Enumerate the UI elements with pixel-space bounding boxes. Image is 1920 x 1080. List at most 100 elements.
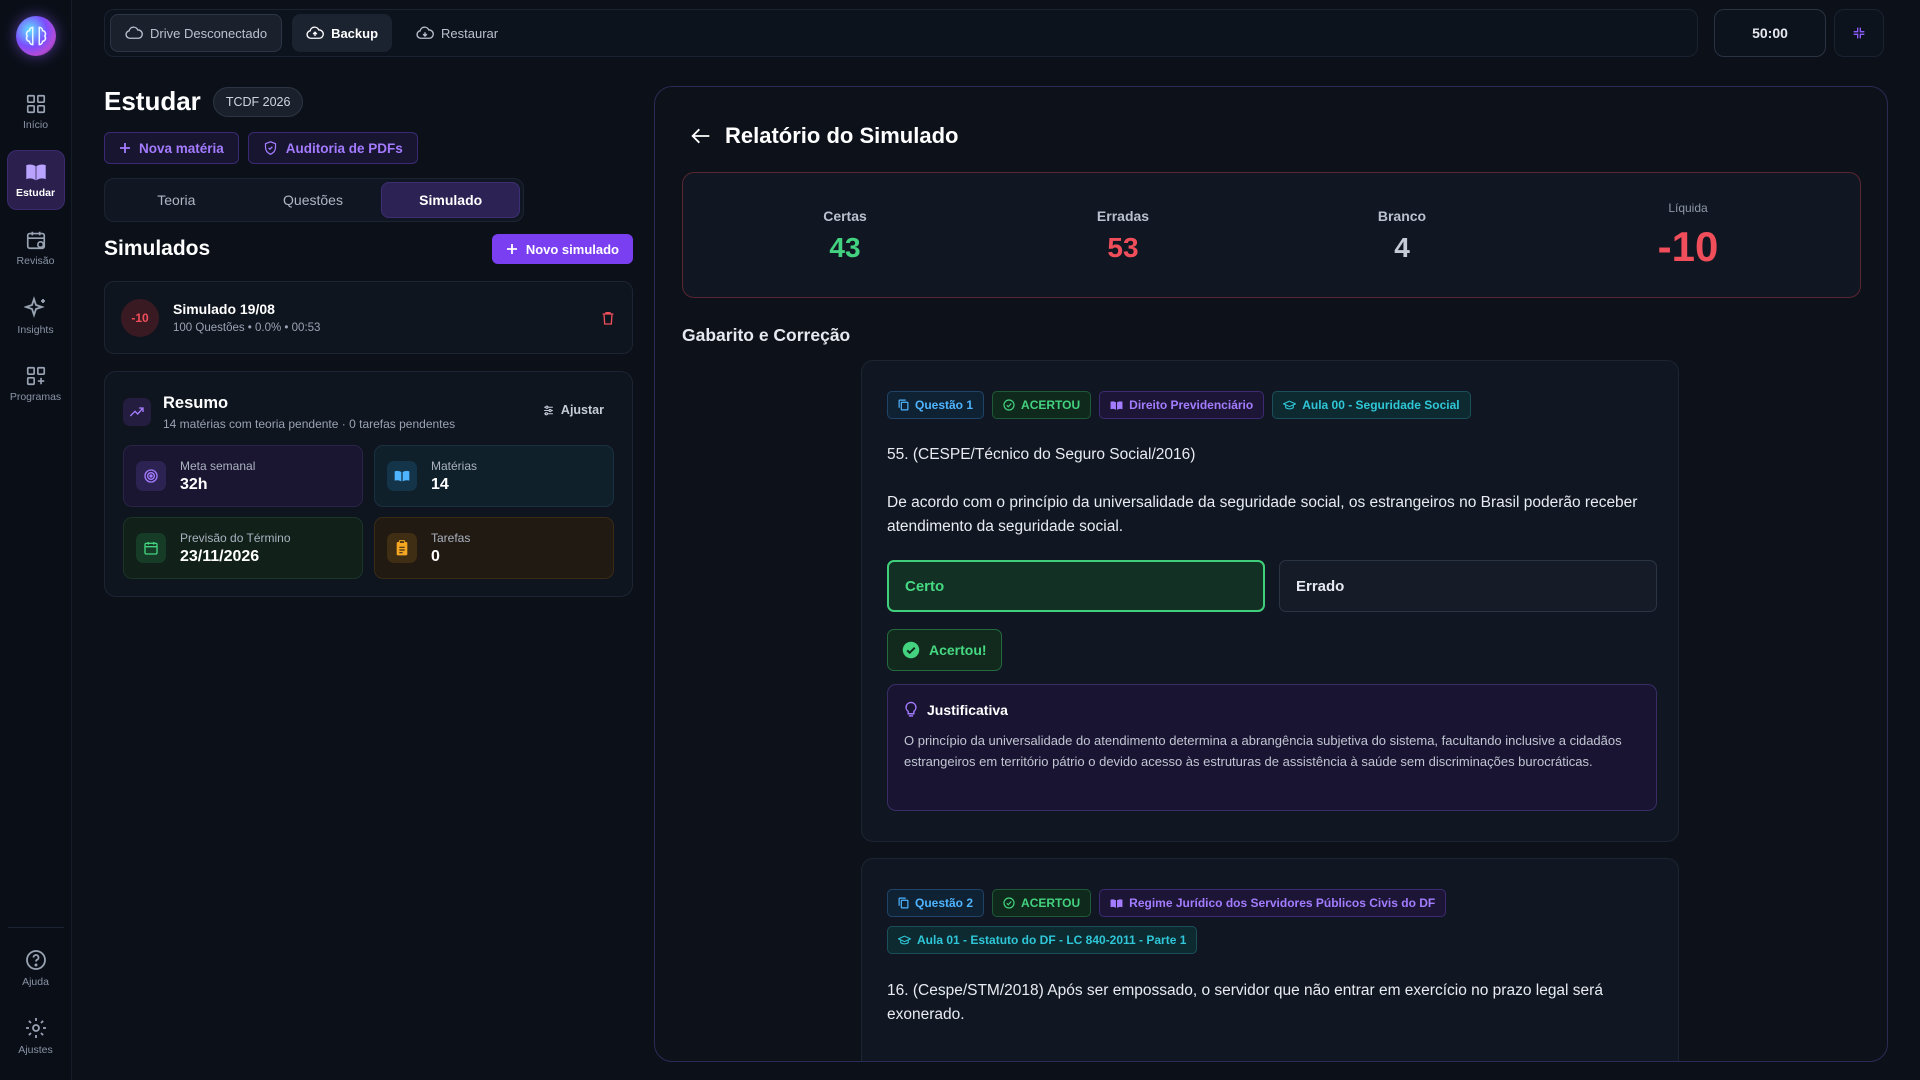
tab-questoes[interactable]: Questões bbox=[245, 182, 382, 218]
book-icon bbox=[1110, 898, 1123, 909]
question-number-tag: Questão 2 bbox=[887, 889, 985, 917]
check-circle-icon bbox=[1003, 897, 1015, 909]
sidebar-item-estudar[interactable]: Estudar bbox=[6, 150, 65, 210]
backup-button[interactable]: Backup bbox=[292, 14, 393, 52]
new-subject-button[interactable]: Nova matéria bbox=[104, 132, 239, 164]
plus-icon bbox=[506, 243, 518, 255]
new-subject-label: Nova matéria bbox=[139, 140, 224, 156]
score-value: 43 bbox=[829, 232, 861, 263]
clipboard-icon bbox=[387, 533, 417, 563]
check-circle-icon bbox=[1003, 399, 1015, 411]
score-certas: Certas 43 bbox=[745, 173, 945, 299]
score-liquida: Líquida -10 bbox=[1588, 173, 1788, 299]
sidebar-item-ajuda[interactable]: Ajuda bbox=[7, 938, 65, 998]
simulados-title: Simulados bbox=[104, 237, 211, 260]
calendar-icon bbox=[136, 533, 166, 563]
question-card: Questão 2 ACERTOU Regime Jurídico dos Se… bbox=[861, 858, 1679, 1061]
score-value: -10 bbox=[1657, 223, 1719, 270]
book-icon bbox=[387, 461, 417, 491]
answer-key-title: Gabarito e Correção bbox=[682, 325, 851, 345]
sliders-icon bbox=[542, 404, 555, 417]
target-icon bbox=[136, 461, 166, 491]
justification-title: Justificativa bbox=[927, 701, 1008, 718]
tasks-stat: Tarefas 0 bbox=[374, 517, 614, 579]
report-title: Relatório do Simulado bbox=[725, 123, 959, 148]
minimize-button[interactable] bbox=[1834, 9, 1884, 57]
top-bar: Drive Desconectado Backup Restaurar bbox=[104, 9, 1698, 57]
question-number-tag: Questão 1 bbox=[887, 391, 985, 419]
cloud-download-icon bbox=[416, 26, 434, 40]
sidebar-item-programas[interactable]: Programas bbox=[7, 354, 65, 414]
tag-label: ACERTOU bbox=[1021, 398, 1081, 412]
forecast-stat: Previsão do Término 23/11/2026 bbox=[123, 517, 363, 579]
sidebar-item-label: Insights bbox=[17, 324, 54, 336]
sidebar-item-label: Ajuda bbox=[22, 976, 49, 988]
lesson-tag: Aula 00 - Seguridade Social bbox=[1272, 391, 1471, 419]
check-circle-icon bbox=[902, 641, 920, 659]
brain-logo-icon[interactable] bbox=[15, 16, 56, 56]
tab-simulado[interactable]: Simulado bbox=[381, 182, 521, 218]
grid-icon bbox=[25, 93, 47, 115]
page-header: Estudar TCDF 2026 bbox=[104, 86, 304, 117]
stat-value: 23/11/2026 bbox=[180, 547, 260, 565]
sidebar-item-revisao[interactable]: Revisão bbox=[7, 218, 65, 278]
back-arrow-icon[interactable] bbox=[691, 127, 711, 145]
new-simulado-button[interactable]: Novo simulado bbox=[491, 234, 633, 264]
question-tags: Questão 2 ACERTOU Regime Jurídico dos Se… bbox=[887, 889, 1447, 917]
sidebar-item-label: Ajustes bbox=[18, 1044, 53, 1056]
cloud-icon bbox=[125, 26, 143, 40]
pdf-audit-label: Auditoria de PDFs bbox=[285, 140, 403, 156]
exam-badge[interactable]: TCDF 2026 bbox=[212, 86, 304, 117]
weekly-goal-stat: Meta semanal 32h bbox=[123, 445, 363, 507]
book-icon bbox=[24, 161, 48, 183]
action-bar: Nova matéria Auditoria de PDFs bbox=[104, 132, 418, 164]
report-header: Relatório do Simulado bbox=[691, 123, 958, 149]
cloud-upload-icon bbox=[306, 26, 324, 40]
sidebar: Início Estudar Revisão Insights Programa… bbox=[0, 0, 72, 1080]
sidebar-item-label: Revisão bbox=[16, 255, 55, 267]
sparkles-icon bbox=[23, 296, 48, 320]
score-value: 4 bbox=[1394, 232, 1410, 263]
simulado-list-item[interactable]: -10 Simulado 19/08 100 Questões • 0.0% •… bbox=[104, 281, 633, 354]
simulado-name: Simulado 19/08 bbox=[173, 301, 275, 317]
subject-tag: Regime Jurídico dos Servidores Públicos … bbox=[1099, 889, 1447, 917]
pomodoro-timer[interactable]: 50:00 bbox=[1714, 9, 1826, 57]
justification-box: Justificativa O princípio da universalid… bbox=[887, 684, 1657, 811]
backup-label: Backup bbox=[331, 25, 379, 41]
score-label: Certas bbox=[823, 208, 867, 224]
sidebar-item-ajustes[interactable]: Ajustes bbox=[7, 1006, 65, 1066]
divider bbox=[7, 927, 64, 928]
sidebar-item-insights[interactable]: Insights bbox=[7, 286, 65, 346]
apps-icon bbox=[25, 365, 47, 387]
score-label: Branco bbox=[1377, 208, 1427, 224]
adjust-button[interactable]: Ajustar bbox=[542, 403, 604, 417]
score-branco: Branco 4 bbox=[1302, 173, 1502, 299]
question-statement: 16. (Cespe/STM/2018) Após ser empossado,… bbox=[887, 982, 1603, 1023]
trash-icon[interactable] bbox=[600, 309, 616, 327]
status-tag: ACERTOU bbox=[992, 391, 1092, 419]
score-label: Erradas bbox=[1096, 208, 1150, 224]
simulado-score-badge: -10 bbox=[121, 298, 159, 337]
sidebar-item-label: Início bbox=[22, 119, 49, 131]
question-statement: De acordo com o princípio da universalid… bbox=[887, 494, 1638, 535]
drive-status-label: Drive Desconectado bbox=[150, 25, 268, 41]
tag-label: Aula 00 - Seguridade Social bbox=[1302, 398, 1460, 412]
pdf-audit-button[interactable]: Auditoria de PDFs bbox=[247, 132, 418, 164]
drive-status-button[interactable]: Drive Desconectado bbox=[110, 14, 283, 52]
option-certo-button[interactable]: Certo bbox=[887, 560, 1265, 612]
sidebar-item-inicio[interactable]: Início bbox=[7, 82, 65, 142]
restore-label: Restaurar bbox=[441, 25, 499, 41]
tag-label: ACERTOU bbox=[1021, 896, 1081, 910]
score-summary: Certas 43 Erradas 53 Branco 4 Líquida -1… bbox=[682, 172, 1861, 298]
tag-label: Direito Previdenciário bbox=[1129, 398, 1254, 412]
restore-button[interactable]: Restaurar bbox=[402, 14, 512, 52]
new-simulado-label: Novo simulado bbox=[525, 241, 619, 257]
question-card: Questão 1 ACERTOU Direito Previdenciário… bbox=[861, 360, 1679, 842]
tab-teoria[interactable]: Teoria bbox=[108, 182, 245, 218]
justification-text: O princípio da universalidade do atendim… bbox=[904, 733, 1622, 769]
lightbulb-icon bbox=[904, 701, 918, 718]
status-tag: ACERTOU bbox=[992, 889, 1092, 917]
option-errado-button[interactable]: Errado bbox=[1279, 560, 1657, 612]
question-tags-row-2: Aula 01 - Estatuto do DF - LC 840-2011 -… bbox=[887, 926, 1198, 954]
stat-label: Matérias bbox=[431, 458, 478, 473]
